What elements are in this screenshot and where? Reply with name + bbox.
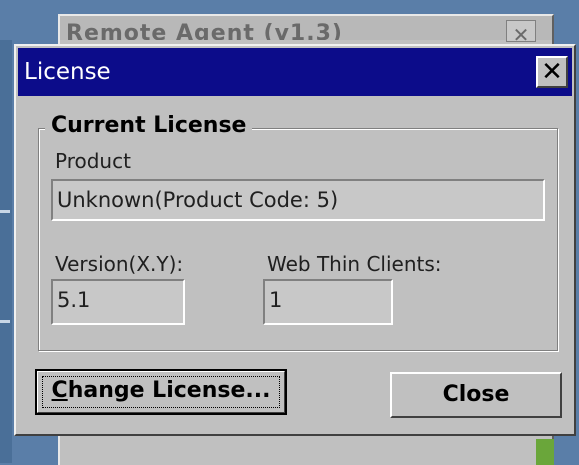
- desktop-edge: [0, 40, 12, 463]
- change-license-button[interactable]: Change License...: [35, 369, 287, 415]
- close-icon[interactable]: ✕: [536, 56, 568, 88]
- focus-rectangle: [42, 376, 280, 408]
- web-thin-clients-field[interactable]: 1: [263, 279, 393, 325]
- license-dialog: License ✕ Current License Product Unknow…: [14, 44, 576, 436]
- edge-mark: [0, 320, 10, 323]
- background-window-title: Remote Agent (v1.3): [60, 16, 552, 40]
- product-label: Product: [55, 149, 131, 173]
- background-close-icon[interactable]: ✕: [506, 20, 536, 47]
- edge-mark: [0, 210, 10, 213]
- close-button[interactable]: Close: [390, 372, 562, 418]
- resize-grip-icon[interactable]: [536, 439, 554, 465]
- current-license-group: Current License Product Unknown(Product …: [38, 113, 558, 351]
- group-legend: Current License: [45, 113, 253, 138]
- dialog-title: License: [24, 59, 111, 85]
- version-label: Version(X.Y):: [55, 252, 184, 276]
- web-thin-clients-label: Web Thin Clients:: [267, 252, 442, 276]
- dialog-titlebar[interactable]: License ✕: [18, 48, 572, 96]
- version-field[interactable]: 5.1: [51, 279, 185, 325]
- product-field[interactable]: Unknown(Product Code: 5): [51, 179, 545, 221]
